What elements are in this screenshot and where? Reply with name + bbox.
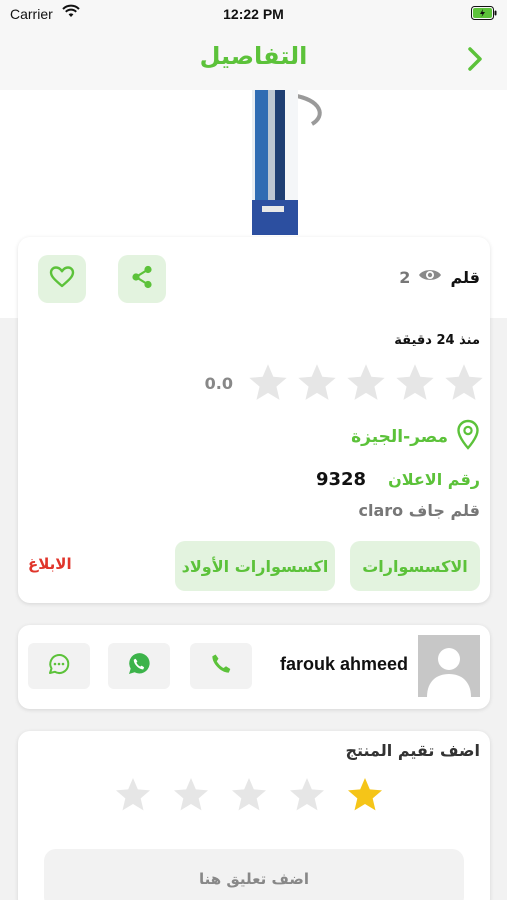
product-details-card: قلم 2 منذ 24 دقيقة 0.0 مصر-الجيزة رقم ال… bbox=[18, 237, 490, 603]
star-icon[interactable] bbox=[287, 775, 327, 815]
eye-icon bbox=[418, 267, 442, 287]
posted-time: منذ 24 دقيقة bbox=[394, 333, 480, 348]
comment-input[interactable]: اضف تعليق هنا bbox=[44, 849, 464, 900]
product-image bbox=[0, 90, 507, 235]
rate-title: اضف تقيم المنتج bbox=[345, 741, 480, 760]
rating-value: 0.0 bbox=[204, 373, 233, 393]
chat-bubble-icon bbox=[47, 652, 71, 680]
category-tag[interactable]: الاكسسوارات bbox=[350, 541, 480, 591]
location-row: مصر-الجيزة bbox=[351, 419, 480, 455]
rating-input[interactable] bbox=[113, 775, 385, 815]
whatsapp-button[interactable] bbox=[108, 643, 170, 689]
ad-number-row: رقم الاعلان 9328 bbox=[316, 469, 480, 490]
report-link[interactable]: الابلاغ bbox=[28, 555, 72, 573]
star-icon bbox=[393, 361, 437, 405]
product-description: قلم جاف claro bbox=[358, 501, 480, 520]
call-button[interactable] bbox=[190, 643, 252, 689]
star-icon[interactable] bbox=[171, 775, 211, 815]
nav-bar: التفاصيل bbox=[0, 28, 507, 90]
star-icon bbox=[246, 361, 290, 405]
views-count: 2 bbox=[399, 267, 411, 287]
status-bar: Carrier 12:22 PM bbox=[0, 0, 507, 28]
rate-product-card: اضف تقيم المنتج اضف تعليق هنا bbox=[18, 731, 490, 900]
star-icon bbox=[295, 361, 339, 405]
heart-icon bbox=[49, 265, 75, 293]
clock: 12:22 PM bbox=[223, 6, 284, 22]
star-icon[interactable] bbox=[229, 775, 269, 815]
favorite-button[interactable] bbox=[38, 255, 86, 303]
location-text: مصر-الجيزة bbox=[351, 427, 448, 447]
chevron-right-icon[interactable] bbox=[467, 46, 483, 76]
share-icon bbox=[129, 264, 155, 294]
seller-name[interactable]: farouk ahmeed bbox=[280, 654, 408, 675]
product-title: قلم bbox=[450, 267, 480, 287]
location-pin-icon bbox=[456, 419, 480, 455]
whatsapp-icon bbox=[126, 651, 152, 681]
page-title: التفاصيل bbox=[199, 42, 308, 70]
ad-number-value: 9328 bbox=[315, 469, 367, 490]
star-icon[interactable] bbox=[345, 775, 385, 815]
avatar[interactable] bbox=[418, 635, 480, 697]
star-icon bbox=[442, 361, 486, 405]
phone-icon bbox=[209, 652, 233, 680]
seller-card: farouk ahmeed bbox=[18, 625, 490, 709]
title-row: قلم 2 bbox=[399, 267, 480, 287]
share-button[interactable] bbox=[118, 255, 166, 303]
ad-number-label: رقم الاعلان bbox=[388, 470, 480, 489]
subcategory-tag[interactable]: اكسسوارات الأولاد bbox=[175, 541, 335, 591]
star-icon[interactable] bbox=[113, 775, 153, 815]
battery-icon bbox=[471, 6, 497, 23]
product-rating: 0.0 bbox=[205, 361, 486, 405]
star-icon bbox=[344, 361, 388, 405]
chat-button[interactable] bbox=[28, 643, 90, 689]
